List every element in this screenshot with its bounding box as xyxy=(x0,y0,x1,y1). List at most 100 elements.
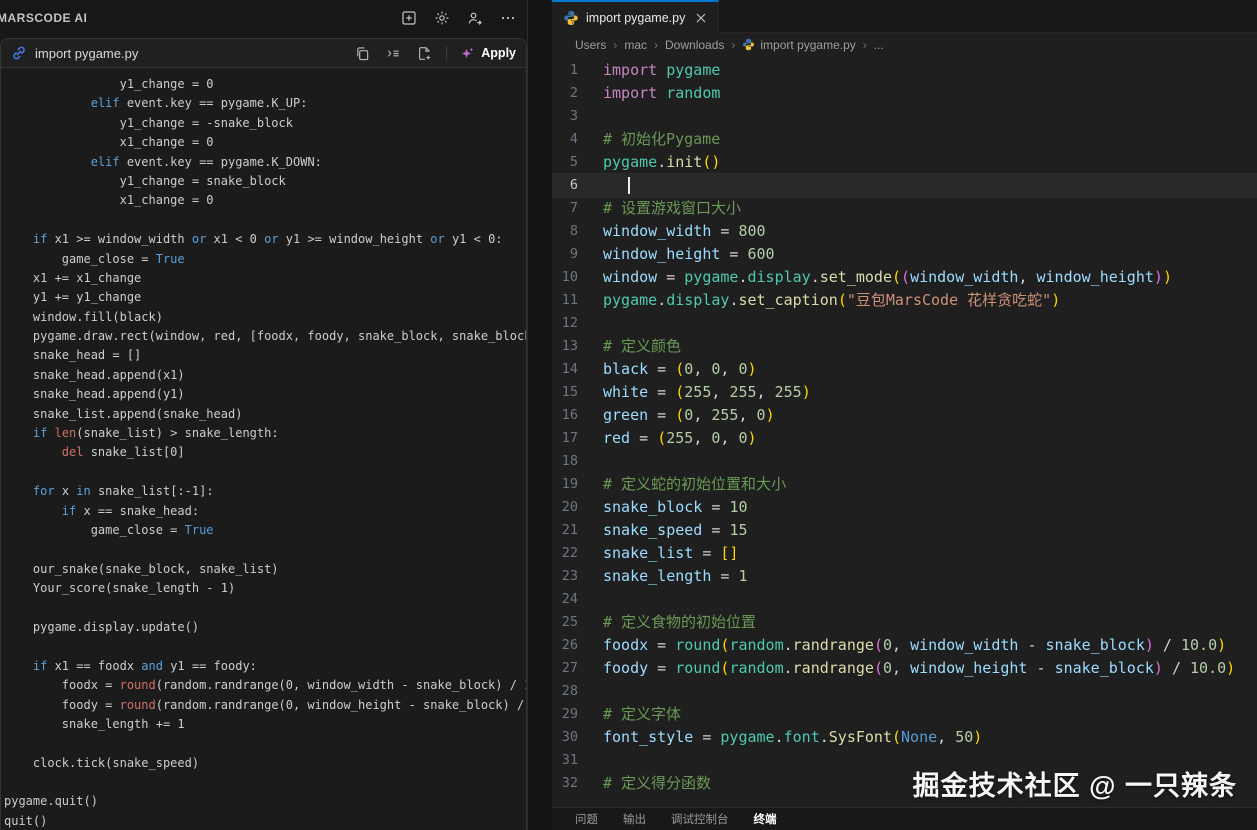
editor-code-line: 1import pygame xyxy=(552,59,1257,82)
code-line: pygame.draw.rect(window, red, [foodx, fo… xyxy=(4,327,526,346)
apply-button[interactable]: Apply xyxy=(460,46,516,61)
code-line: for x in snake_list[:-1]: xyxy=(4,482,526,501)
code-line xyxy=(4,637,526,656)
editor-code-line: 14black = (0, 0, 0) xyxy=(552,358,1257,381)
breadcrumb-item[interactable]: mac xyxy=(624,38,647,52)
line-number: 26 xyxy=(552,634,603,657)
breadcrumb-item[interactable]: import pygame.py xyxy=(742,38,855,52)
line-number: 5 xyxy=(552,151,603,174)
breadcrumb-item[interactable]: Downloads xyxy=(665,38,724,52)
panel-tab-inactive[interactable]: 输出 xyxy=(623,811,646,827)
line-number: 6 xyxy=(552,174,603,197)
editor-code-line: 16green = (0, 255, 0) xyxy=(552,404,1257,427)
editor-code-line: 24 xyxy=(552,588,1257,611)
bottom-panel-tabs: 问题 输出 调试控制台 终端 xyxy=(552,807,1257,830)
code-line: pygame.display.update() xyxy=(4,618,526,637)
code-line: if x1 == foodx and y1 == foody: xyxy=(4,657,526,676)
editor-code-line: 23snake_length = 1 xyxy=(552,565,1257,588)
editor-code-line: 18 xyxy=(552,450,1257,473)
breadcrumb-item[interactable]: Users xyxy=(575,38,606,52)
settings-gear-icon[interactable] xyxy=(433,9,451,27)
breadcrumb-item[interactable]: ... xyxy=(874,38,884,52)
editor-code-line: 10window = pygame.display.set_mode((wind… xyxy=(552,266,1257,289)
code-line: x1 += x1_change xyxy=(4,269,526,288)
breadcrumb-separator: › xyxy=(654,38,658,52)
ai-panel-actions xyxy=(400,9,517,27)
editor-code-line: 5pygame.init() xyxy=(552,151,1257,174)
more-actions-icon[interactable] xyxy=(499,9,517,27)
code-line: pygame.quit() xyxy=(4,792,526,811)
editor-code-line: 6 xyxy=(552,174,1257,197)
editor-code-line: 20snake_block = 10 xyxy=(552,496,1257,519)
editor-tab-bar: import pygame.py xyxy=(552,0,1257,33)
panel-tab-active[interactable]: 终端 xyxy=(754,811,777,827)
panel-tab-inactive[interactable]: 问题 xyxy=(575,811,598,827)
line-number: 18 xyxy=(552,450,603,473)
new-chat-icon[interactable] xyxy=(400,9,418,27)
tab-title: import pygame.py xyxy=(586,11,685,25)
editor-content[interactable]: 1import pygame2import random34# 初始化Pygam… xyxy=(552,56,1257,807)
breadcrumb: Users›mac›Downloads›import pygame.py›... xyxy=(552,33,1257,56)
account-user-icon[interactable] xyxy=(466,9,484,27)
file-link-icon xyxy=(10,44,28,62)
code-block-filename: import pygame.py xyxy=(35,46,346,61)
copy-icon[interactable] xyxy=(353,44,371,62)
editor-code-line: 27foody = round(random.randrange(0, wind… xyxy=(552,657,1257,680)
code-line xyxy=(4,540,526,559)
line-number: 13 xyxy=(552,335,603,358)
line-number: 21 xyxy=(552,519,603,542)
code-line: y1_change = 0 xyxy=(4,75,526,94)
breadcrumb-separator: › xyxy=(613,38,617,52)
code-line: if x == snake_head: xyxy=(4,502,526,521)
line-number: 15 xyxy=(552,381,603,404)
tab-import-pygame[interactable]: import pygame.py xyxy=(552,0,719,33)
editor-code-line: 29# 定义字体 xyxy=(552,703,1257,726)
code-line: foody = round(random.randrange(0, window… xyxy=(4,696,526,715)
panel-tab-inactive[interactable]: 调试控制台 xyxy=(671,811,729,827)
editor-code-line: 22snake_list = [] xyxy=(552,542,1257,565)
line-number: 20 xyxy=(552,496,603,519)
code-line: if x1 >= window_width or x1 < 0 or y1 >=… xyxy=(4,230,526,249)
text-cursor xyxy=(628,177,630,194)
tab-close-icon[interactable] xyxy=(692,9,709,26)
line-number: 32 xyxy=(552,772,603,795)
code-line xyxy=(4,211,526,230)
code-line: elif event.key == pygame.K_DOWN: xyxy=(4,153,526,172)
line-number: 24 xyxy=(552,588,603,611)
new-file-icon[interactable] xyxy=(415,44,433,62)
line-number: 30 xyxy=(552,726,603,749)
python-file-icon xyxy=(563,10,579,26)
editor-code-line: 7# 设置游戏窗口大小 xyxy=(552,197,1257,220)
breadcrumb-label: Downloads xyxy=(665,38,724,52)
line-number: 10 xyxy=(552,266,603,289)
code-line: snake_length += 1 xyxy=(4,715,526,734)
line-number: 8 xyxy=(552,220,603,243)
line-number: 14 xyxy=(552,358,603,381)
code-line: snake_head.append(x1) xyxy=(4,366,526,385)
editor-code-line: 2import random xyxy=(552,82,1257,105)
code-line: x1_change = 0 xyxy=(4,133,526,152)
watermark-text: 掘金技术社区 @ 一只辣条 xyxy=(913,764,1237,803)
editor-code-line: 17red = (255, 0, 0) xyxy=(552,427,1257,450)
breadcrumb-label: ... xyxy=(874,38,884,52)
editor-code-line: 8window_width = 800 xyxy=(552,220,1257,243)
editor-code-line: 12 xyxy=(552,312,1257,335)
code-line: y1_change = -snake_block xyxy=(4,114,526,133)
code-line: if len(snake_list) > snake_length: xyxy=(4,424,526,443)
code-line xyxy=(4,773,526,792)
insert-at-cursor-icon[interactable] xyxy=(384,44,402,62)
ai-code-block: import pygame.py xyxy=(0,38,527,830)
editor-code-line: 26foodx = round(random.randrange(0, wind… xyxy=(552,634,1257,657)
code-line: window.fill(black) xyxy=(4,308,526,327)
line-number: 31 xyxy=(552,749,603,772)
editor-code-line: 11pygame.display.set_caption("豆包MarsCode… xyxy=(552,289,1257,312)
line-number: 3 xyxy=(552,105,603,128)
code-line: foodx = round(random.randrange(0, window… xyxy=(4,676,526,695)
breadcrumb-label: mac xyxy=(624,38,647,52)
line-number: 16 xyxy=(552,404,603,427)
editor-code-line: 4# 初始化Pygame xyxy=(552,128,1257,151)
code-line: our_snake(snake_block, snake_list) xyxy=(4,560,526,579)
line-number: 28 xyxy=(552,680,603,703)
editor-code-line: 21snake_speed = 15 xyxy=(552,519,1257,542)
line-number: 27 xyxy=(552,657,603,680)
